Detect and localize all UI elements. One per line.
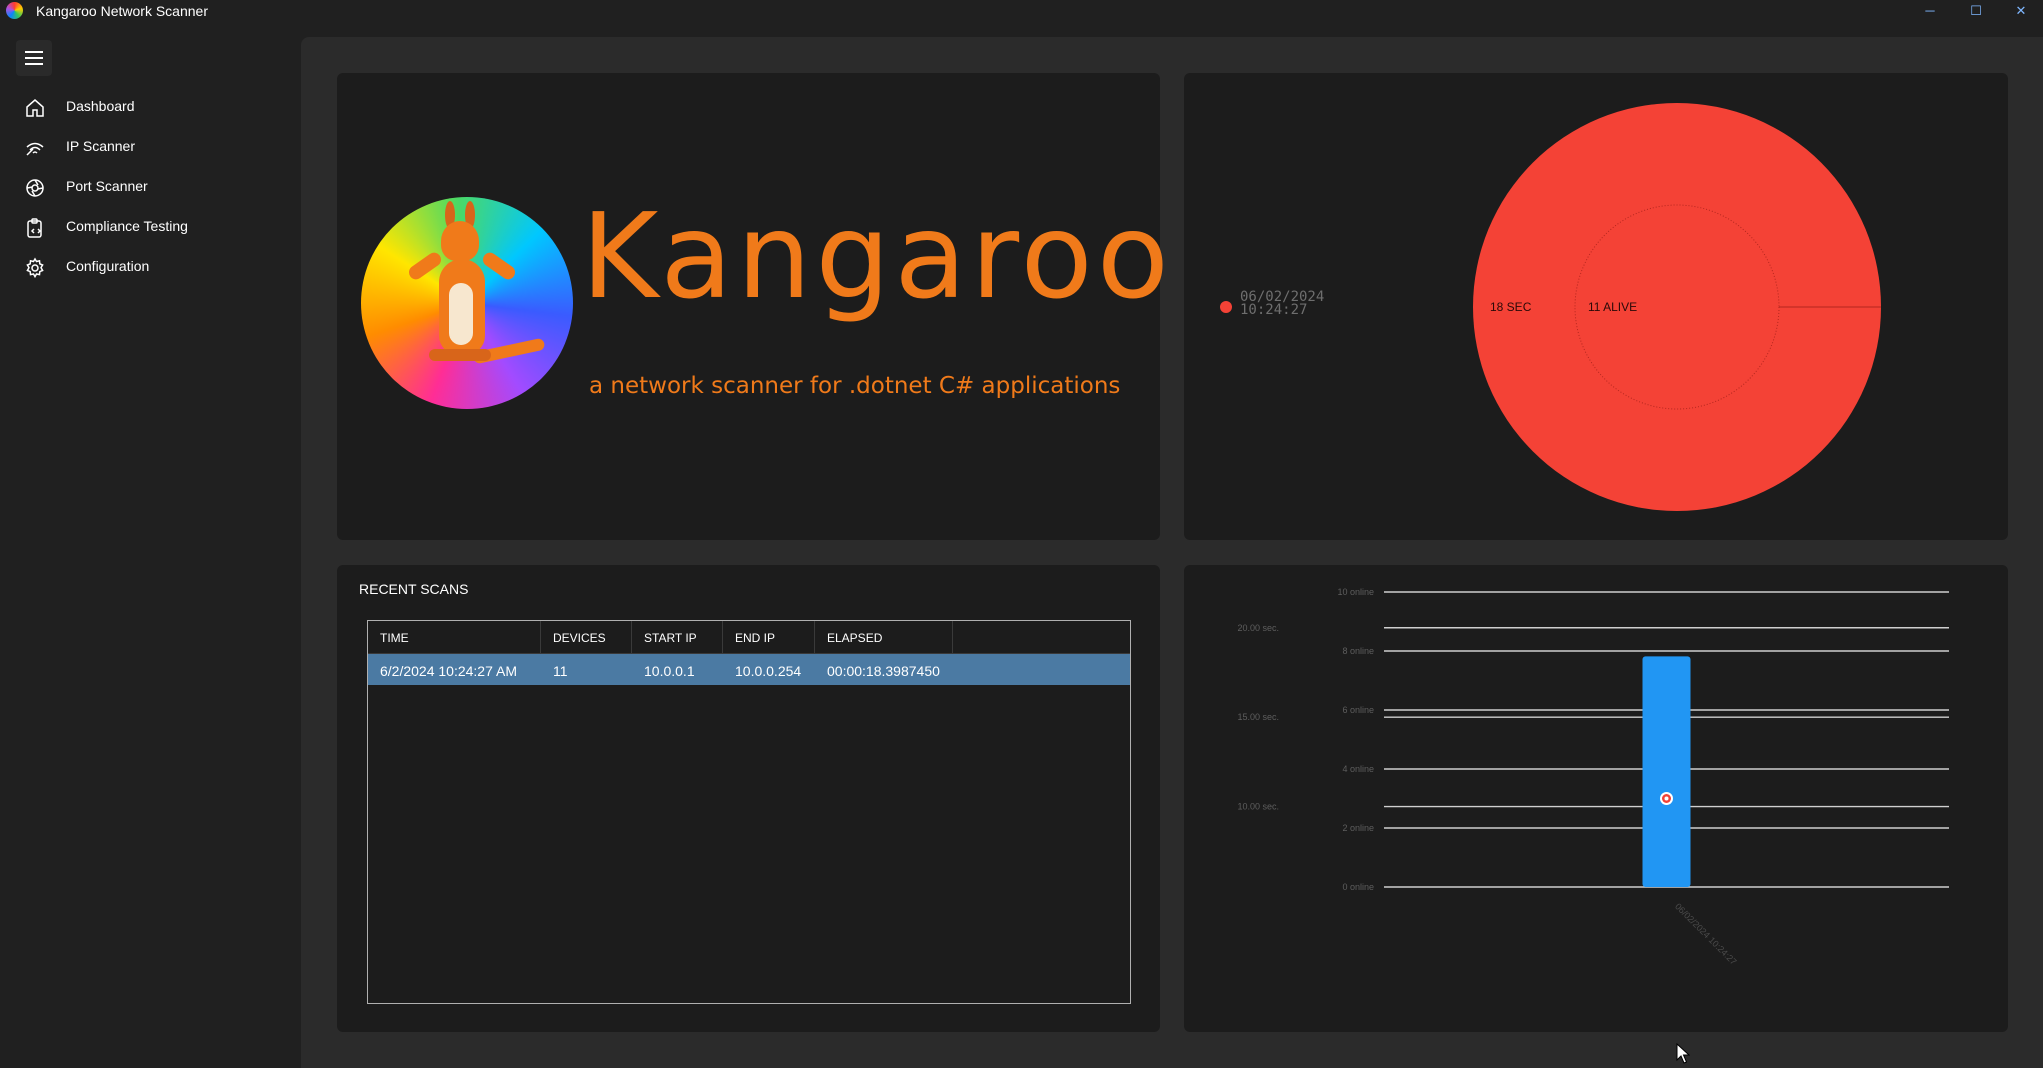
title-bar: Kangaroo Network Scanner ─ ☐ ✕ bbox=[0, 0, 2043, 22]
menu-toggle-button[interactable] bbox=[16, 40, 52, 76]
cell-text: 11 bbox=[553, 663, 568, 679]
clipboard-code-icon bbox=[27, 218, 42, 238]
sidebar-item-compliance-testing[interactable]: Compliance Testing bbox=[0, 208, 300, 246]
sidebar-item-configuration[interactable]: Configuration bbox=[0, 248, 300, 286]
right-axis-tick-label: 2 online bbox=[1342, 823, 1374, 833]
right-axis-tick-label: 8 online bbox=[1342, 646, 1374, 656]
sidebar-item-label: Dashboard bbox=[66, 98, 135, 114]
cell-end-ip: 10.0.0.254 bbox=[723, 654, 814, 685]
column-header-label: TIME bbox=[380, 631, 409, 645]
hamburger-icon-line bbox=[25, 57, 43, 59]
aperture-icon bbox=[26, 179, 44, 197]
scan-history-chart: 0 online 2 online 4 online 6 online 8 online… bbox=[1237, 587, 1949, 967]
cell-start-ip: 10.0.0.1 bbox=[632, 654, 722, 685]
table-row[interactable]: 6/2/2024 10:24:27 AM 11 10.0.0.1 10.0.0.… bbox=[368, 654, 1130, 685]
column-header-end-ip[interactable]: END IP bbox=[723, 621, 815, 653]
window-title: Kangaroo Network Scanner bbox=[36, 3, 208, 19]
chart-bar[interactable] bbox=[1642, 656, 1691, 887]
column-header-label: START IP bbox=[644, 631, 697, 645]
cell-text: 10.0.0.1 bbox=[644, 663, 695, 679]
wifi-icon bbox=[26, 142, 44, 156]
app-logo-icon bbox=[6, 2, 23, 19]
sidebar-item-label: Port Scanner bbox=[66, 178, 148, 194]
pie-inner-label: 11 ALIVE bbox=[1588, 300, 1638, 314]
cell-time: 6/2/2024 10:24:27 AM bbox=[368, 654, 540, 685]
cell-elapsed: 00:00:18.3987450 bbox=[815, 654, 952, 685]
sidebar: Dashboard IP Scanner Port Scanner Compli… bbox=[0, 22, 300, 1068]
column-header-devices[interactable]: DEVICES bbox=[541, 621, 632, 653]
gear-icon bbox=[26, 257, 44, 279]
logo-title: Kangaroo bbox=[581, 187, 1173, 325]
left-axis-tick-label: 20.00 sec. bbox=[1237, 623, 1279, 633]
column-header-label: ELAPSED bbox=[827, 631, 883, 645]
cell-devices: 11 bbox=[541, 654, 631, 685]
scan-history-chart-card: 0 online 2 online 4 online 6 online 8 online… bbox=[1184, 565, 2008, 1032]
pie-legend: 06/02/2024 10:24:27 bbox=[1240, 290, 1324, 318]
column-header-label: END IP bbox=[735, 631, 776, 645]
kangaroo-arm bbox=[406, 249, 444, 283]
right-axis-tick-label: 4 online bbox=[1342, 764, 1374, 774]
sidebar-item-label: Compliance Testing bbox=[66, 218, 188, 234]
kangaroo-logo-image bbox=[361, 197, 573, 409]
recent-scans-card: RECENT SCANS TIME DEVICES START IP END I… bbox=[337, 565, 1160, 1032]
home-icon bbox=[26, 99, 44, 117]
scan-pie-chart-card: 06/02/2024 10:24:27 18 SEC 11 ALIVE bbox=[1184, 73, 2008, 540]
column-header-elapsed[interactable]: ELAPSED bbox=[815, 621, 953, 653]
right-axis-tick-label: 10 online bbox=[1337, 587, 1374, 597]
sidebar-item-dashboard[interactable]: Dashboard bbox=[0, 88, 300, 126]
sidebar-item-port-scanner[interactable]: Port Scanner bbox=[0, 168, 300, 206]
kangaroo-head bbox=[441, 221, 479, 261]
column-header-time[interactable]: TIME bbox=[368, 621, 541, 653]
table-header: TIME DEVICES START IP END IP ELAPSED bbox=[368, 621, 1130, 654]
cell-text: 10.0.0.254 bbox=[735, 663, 802, 679]
legend-time: 10:24:27 bbox=[1240, 302, 1308, 318]
recent-scans-table[interactable]: TIME DEVICES START IP END IP ELAPSED 6/2… bbox=[367, 620, 1131, 1004]
right-axis-tick-label: 6 online bbox=[1342, 705, 1374, 715]
hamburger-icon bbox=[25, 51, 43, 53]
sidebar-item-label: Configuration bbox=[66, 258, 150, 274]
kangaroo-belly bbox=[449, 283, 473, 345]
right-axis-tick-label: 0 online bbox=[1342, 882, 1374, 892]
sidebar-item-ip-scanner[interactable]: IP Scanner bbox=[0, 128, 300, 166]
left-axis-tick-label: 15.00 sec. bbox=[1237, 712, 1279, 722]
minimize-button[interactable]: ─ bbox=[1907, 0, 1953, 22]
cell-text: 00:00:18.3987450 bbox=[827, 663, 940, 679]
close-button[interactable]: ✕ bbox=[1998, 0, 2043, 22]
mouse-cursor-icon bbox=[1676, 1043, 1690, 1064]
kangaroo-feet bbox=[429, 349, 491, 361]
pie-outer-label: 18 SEC bbox=[1490, 300, 1532, 314]
column-header-label: DEVICES bbox=[553, 631, 606, 645]
column-header-start-ip[interactable]: START IP bbox=[632, 621, 723, 653]
maximize-button[interactable]: ☐ bbox=[1953, 0, 1999, 22]
logo-card: Kangaroo a network scanner for .dotnet C… bbox=[337, 73, 1169, 540]
x-axis-tick-label: 06/02/2024 10:24:27 bbox=[1673, 901, 1738, 966]
recent-scans-title: RECENT SCANS bbox=[359, 581, 469, 597]
left-axis-tick-label: 10.00 sec. bbox=[1237, 802, 1279, 812]
hamburger-icon-line bbox=[25, 63, 43, 65]
chart-point-center bbox=[1664, 796, 1669, 801]
sidebar-item-label: IP Scanner bbox=[66, 138, 136, 154]
logo-subtitle: a network scanner for .dotnet C# applica… bbox=[589, 373, 1121, 399]
cell-text: 6/2/2024 10:24:27 AM bbox=[380, 663, 517, 679]
legend-color-swatch bbox=[1220, 301, 1232, 313]
kangaroo-arm bbox=[480, 249, 518, 283]
